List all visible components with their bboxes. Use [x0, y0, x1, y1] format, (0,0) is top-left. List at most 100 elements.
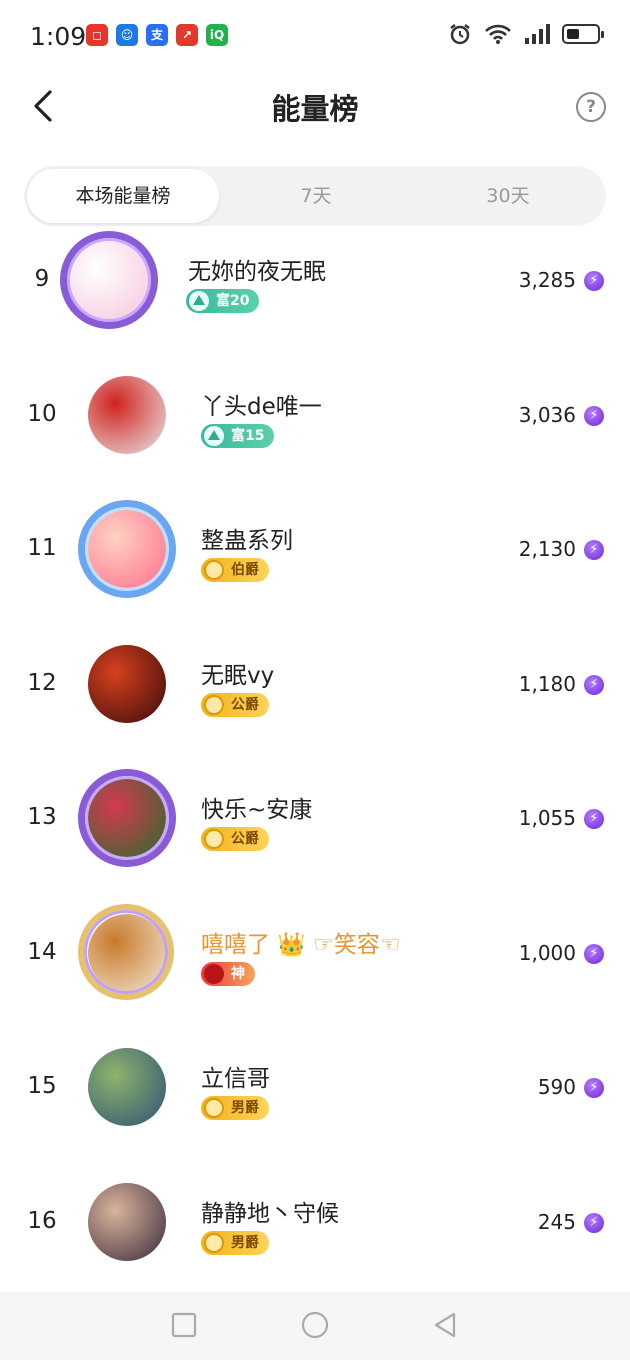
wifi-icon	[485, 24, 511, 44]
avatar-image	[88, 1182, 166, 1261]
badge-label: 公爵	[231, 696, 259, 713]
rank-number: 10	[27, 400, 57, 427]
user-avatar[interactable]	[60, 231, 158, 329]
level-badge: 公爵	[201, 827, 269, 851]
user-avatar[interactable]	[88, 1048, 166, 1126]
energy-score: 3,285	[518, 268, 576, 292]
energy-score: 590	[537, 1075, 576, 1099]
energy-score: 1,055	[518, 806, 576, 830]
user-avatar[interactable]	[78, 500, 176, 598]
tab-30-days[interactable]: 30天	[412, 166, 604, 226]
rank-number: 16	[27, 1207, 57, 1234]
ranking-list: 9 无妳的夜无眠富20 3,285 ⚡ 10 丫头de唯一富15 3,036 ⚡ 11 整蛊系列伯…	[0, 231, 630, 1312]
user-name: 嘻嘻了 👑 ☞笑容☜	[201, 931, 401, 958]
app-icon-alipay: 支	[146, 24, 168, 46]
rank-number: 14	[27, 938, 57, 965]
energy-icon: ⚡	[584, 1212, 604, 1233]
energy-score: 2,130	[518, 537, 576, 561]
rank-row[interactable]: 11 整蛊系列伯爵 2,130 ⚡	[0, 500, 630, 639]
rank-number: 11	[27, 535, 57, 561]
level-badge: 公爵	[201, 692, 269, 717]
home-icon[interactable]	[301, 1311, 329, 1339]
badge-icon	[204, 694, 224, 715]
badge-label: 男爵	[231, 1234, 259, 1251]
badge-icon	[204, 425, 224, 446]
recent-apps-icon[interactable]	[171, 1312, 197, 1338]
badge-label: 伯爵	[231, 562, 259, 578]
tab-7-days[interactable]: 7天	[220, 166, 412, 226]
energy-icon: ⚡	[584, 674, 604, 695]
system-icons	[448, 22, 604, 46]
avatar-frame-decoration	[78, 500, 176, 598]
badge-icon	[204, 1098, 224, 1118]
rank-row[interactable]: 10 丫头de唯一富15 3,036 ⚡	[0, 370, 630, 505]
user-name: 无眠vy	[201, 662, 275, 689]
app-icon-iqiyi: iQ	[206, 24, 228, 46]
user-avatar[interactable]	[88, 375, 166, 454]
page-title: 能量榜	[271, 92, 359, 126]
tab-bar: 本场能量榜 7天 30天	[24, 166, 606, 226]
user-avatar[interactable]	[88, 644, 166, 723]
user-name: 丫头de唯一	[201, 393, 322, 420]
rank-row[interactable]: 15 立信哥 男爵 590 ⚡	[0, 1042, 630, 1177]
user-avatar[interactable]	[88, 1182, 166, 1261]
energy-icon: ⚡	[584, 271, 604, 291]
energy-score: 1,180	[518, 671, 576, 696]
avatar-frame-decoration	[78, 903, 174, 1000]
alarm-icon	[450, 24, 470, 45]
level-badge: 男爵	[201, 1230, 269, 1255]
rank-row[interactable]: 13 快乐~安康 公爵 1,055 ⚡	[0, 769, 630, 908]
badge-label: 神	[231, 965, 245, 982]
user-name: 快乐~安康	[201, 797, 313, 823]
status-bar: 1:09 ◻ ☺ 支 ↗ iQ	[0, 0, 630, 72]
app-icon-red: ◻	[86, 24, 108, 46]
energy-score: 245	[537, 1209, 576, 1234]
energy-icon: ⚡	[584, 1078, 604, 1098]
system-nav-bar	[0, 1292, 630, 1360]
tab-current-session[interactable]: 本场能量榜	[27, 169, 219, 223]
badge-label: 富15	[231, 427, 265, 444]
energy-icon: ⚡	[584, 405, 604, 426]
avatar-image	[88, 375, 166, 454]
badge-icon	[204, 1232, 224, 1253]
rank-row[interactable]: 16 静静地丶守候男爵 245 ⚡	[0, 1177, 630, 1312]
badge-icon	[204, 829, 224, 849]
level-badge: 男爵	[201, 1096, 269, 1120]
battery-icon	[562, 24, 604, 44]
badge-label: 男爵	[231, 1100, 259, 1116]
badge-icon	[204, 963, 224, 984]
badge-label: 富20	[216, 293, 250, 309]
level-badge: 神	[201, 961, 255, 986]
badge-icon	[204, 560, 224, 580]
avatar-image	[88, 644, 166, 723]
rank-number: 15	[27, 1073, 57, 1099]
header: 能量榜 ?	[0, 72, 630, 142]
level-badge: 伯爵	[201, 558, 269, 582]
energy-icon: ⚡	[584, 540, 604, 560]
help-icon[interactable]: ?	[576, 92, 606, 122]
badge-icon	[189, 291, 209, 311]
app-icon-blue-bot: ☺	[116, 24, 138, 46]
energy-score: 3,036	[518, 402, 576, 427]
avatar-frame-decoration	[78, 769, 176, 867]
status-time: 1:09	[30, 22, 87, 51]
user-name: 静静地丶守候	[201, 1200, 339, 1227]
rank-number: 9	[34, 266, 50, 292]
rank-number: 12	[27, 669, 57, 696]
rank-row[interactable]: 9 无妳的夜无眠富20 3,285 ⚡	[0, 231, 630, 370]
back-nav-icon[interactable]	[432, 1312, 458, 1338]
level-badge: 富15	[201, 423, 275, 448]
user-name: 整蛊系列	[201, 528, 293, 554]
badge-label: 公爵	[231, 831, 259, 847]
app-icon-red-arrow: ↗	[176, 24, 198, 46]
rank-row[interactable]: 14 嘻嘻了 👑 ☞笑容☜ 神 1,000 ⚡	[0, 903, 630, 1043]
energy-score: 1,000	[518, 940, 576, 965]
user-avatar[interactable]	[78, 903, 174, 1000]
energy-icon: ⚡	[584, 809, 604, 829]
energy-icon: ⚡	[584, 943, 604, 964]
rank-row[interactable]: 12 无眠vy 公爵 1,180 ⚡	[0, 639, 630, 774]
level-badge: 富20	[186, 289, 260, 313]
user-avatar[interactable]	[78, 769, 176, 867]
user-name: 无妳的夜无眠	[188, 259, 326, 285]
avatar-frame-decoration	[60, 231, 158, 329]
